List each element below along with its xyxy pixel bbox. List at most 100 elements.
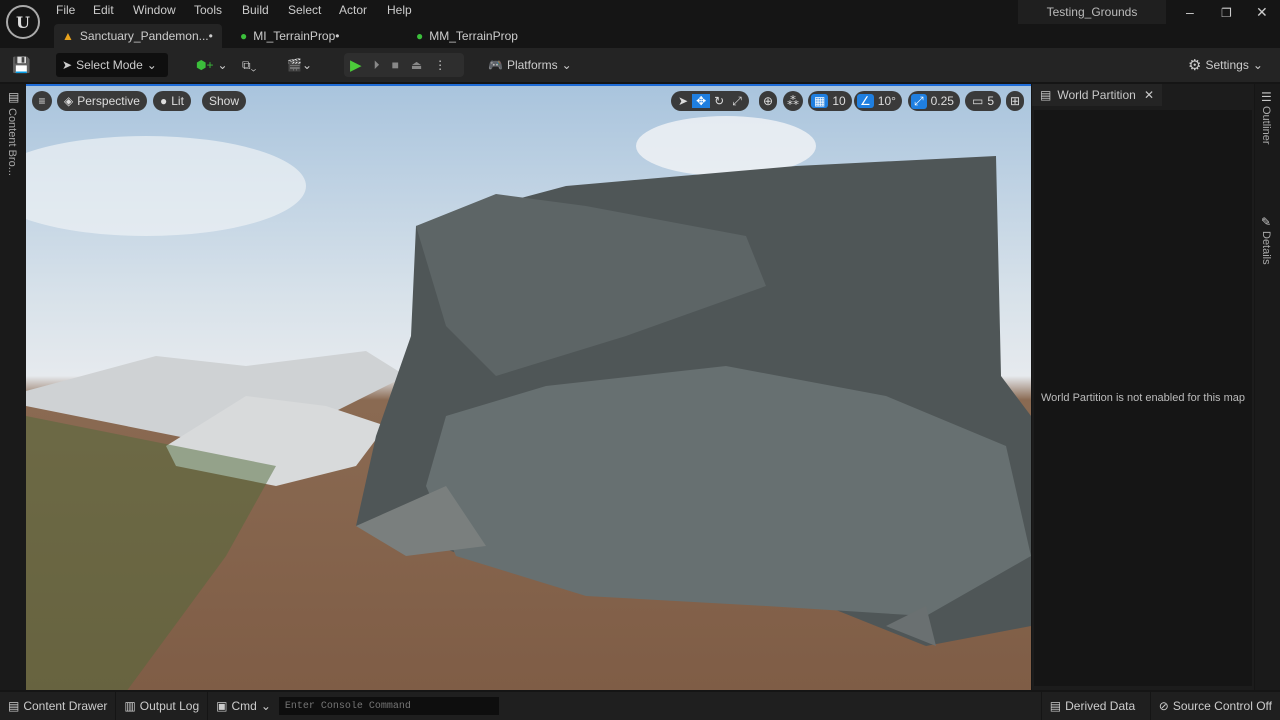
close-icon[interactable]: ✕ (1144, 88, 1154, 102)
world-partition-tab[interactable]: ▤ World Partition ✕ (1032, 84, 1162, 106)
level-viewport[interactable]: ≡ ◈ Perspective ● Lit Show ➤ ✥ ↻ ⤢ ⊕ ⁂ ▦ 10… (26, 84, 1031, 690)
show-label: Show (209, 94, 240, 108)
left-dock-strip: ▤ Content Bro... (0, 84, 26, 690)
play-icon[interactable]: ▶ (350, 56, 362, 74)
tab-material[interactable]: ● MM_TerrainProp (408, 24, 526, 48)
database-icon: ▤ (1049, 699, 1062, 713)
viewport-layout-button[interactable]: ⊞ (1006, 91, 1025, 111)
status-bar: ▤Content Drawer ▥Output Log ▣Cmd⌄ ▤Deriv… (0, 692, 1280, 720)
menu-edit[interactable]: Edit (93, 3, 114, 17)
stop-icon[interactable]: ■ (392, 58, 399, 72)
level-icon: ▲ (62, 29, 74, 43)
globe-icon: ⊕ (763, 94, 774, 108)
menu-select[interactable]: Select (288, 3, 321, 17)
camera-speed-button[interactable]: ▭ 5 (965, 91, 1002, 111)
settings-button[interactable]: ⚙ Settings ⌄ (1188, 53, 1263, 77)
play-controls: ▶ ⏵ ■ ⏏ ⋮ (344, 53, 464, 77)
cmd-label: Cmd (231, 699, 257, 713)
outliner-icon[interactable]: ☰ (1261, 90, 1280, 104)
content-browser-icon[interactable]: ▤ (8, 90, 26, 104)
content-drawer-button[interactable]: ▤ Content Drawer (0, 692, 117, 720)
details-icon[interactable]: ✎ (1261, 215, 1280, 229)
cursor-icon: ➤ (62, 58, 73, 72)
menu-file[interactable]: File (56, 3, 75, 17)
perspective-button[interactable]: ◈ Perspective (57, 91, 147, 111)
perspective-label: Perspective (77, 94, 140, 108)
menu-build[interactable]: Build (242, 3, 269, 17)
eject-icon[interactable]: ⏏ (411, 58, 422, 72)
close-button[interactable]: ✕ (1256, 4, 1268, 21)
material-icon: ● (416, 29, 424, 43)
derived-data-label: Derived Data (1065, 699, 1136, 713)
menu-actor[interactable]: Actor (339, 3, 367, 17)
menu-help[interactable]: Help (387, 3, 412, 17)
viewport-menu-button[interactable]: ≡ (32, 91, 52, 111)
world-local-toggle[interactable]: ⊕ (759, 91, 778, 111)
lit-label: Lit (171, 94, 184, 108)
project-name: Testing_Grounds (1018, 0, 1166, 24)
select-tool-icon[interactable]: ➤ (674, 94, 692, 108)
blueprint-button[interactable]: ⧉⌄ (242, 53, 256, 77)
world-partition-panel: ▤ World Partition ✕ World Partition is not… (1032, 84, 1254, 690)
scale-tool-icon[interactable]: ⤢ (728, 94, 746, 109)
platforms-label: Platforms (506, 58, 558, 72)
angle-icon: ∠ (857, 94, 874, 108)
scale-snap-value: 0.25 (930, 94, 954, 108)
more-icon[interactable]: ⋮ (434, 58, 446, 72)
grid-snap-value: 10 (832, 94, 846, 108)
source-control-button[interactable]: ⊘ Source Control Off (1151, 692, 1280, 720)
content-browser-tab[interactable]: Content Bro... (6, 108, 18, 176)
gear-icon: ⚙ (1188, 57, 1202, 74)
scene-render (26, 116, 1031, 690)
outliner-tab[interactable]: Outliner (1260, 106, 1272, 145)
terminal-icon: ▣ (216, 699, 228, 713)
transform-tools: ➤ ✥ ↻ ⤢ (671, 91, 749, 111)
console-input[interactable] (278, 697, 499, 715)
rotate-tool-icon[interactable]: ↻ (710, 94, 728, 108)
hamburger-icon: ≡ (38, 94, 46, 108)
menu-tools[interactable]: Tools (194, 3, 222, 17)
details-tab[interactable]: Details (1260, 231, 1272, 265)
panel-title: World Partition (1057, 88, 1136, 102)
tab-level[interactable]: ▲ Sanctuary_Pandemon...• (54, 24, 222, 48)
show-button[interactable]: Show (202, 91, 247, 111)
grid-snap-button[interactable]: ▦ 10 (808, 91, 852, 111)
cube-icon: ◈ (64, 94, 74, 108)
platforms-button[interactable]: 🎮 Platforms ⌄ (488, 53, 572, 77)
step-icon[interactable]: ⏵ (374, 58, 380, 73)
select-mode-dropdown[interactable]: ➤ Select Mode ⌄ (56, 53, 168, 77)
gamepad-icon: 🎮 (488, 58, 503, 72)
rotation-snap-value: 10° (877, 94, 896, 108)
add-actor-button[interactable]: ⬢+ ⌄ (196, 53, 228, 77)
tab-label: Sanctuary_Pandemon...• (79, 29, 213, 43)
camera-speed-value: 5 (987, 94, 995, 108)
save-icon[interactable]: 💾 (12, 53, 31, 77)
tab-material-instance[interactable]: ● MI_TerrainProp• (232, 24, 347, 48)
main-toolbar (0, 48, 1280, 82)
menu-window[interactable]: Window (133, 3, 176, 17)
layout-icon: ⊞ (1010, 94, 1021, 108)
material-icon: ● (240, 29, 248, 43)
tab-label: MM_TerrainProp (429, 29, 518, 43)
cinematics-button[interactable]: 🎬⌄ (287, 53, 312, 77)
derived-data-button[interactable]: ▤ Derived Data (1040, 692, 1151, 720)
restore-button[interactable]: ❐ (1221, 6, 1232, 20)
rotation-snap-button[interactable]: ∠ 10° (854, 91, 902, 111)
snap-icon: ⁂ (787, 94, 799, 108)
partition-message: World Partition is not enabled for this … (1040, 392, 1245, 404)
output-log-button[interactable]: ▥ Output Log (116, 692, 209, 720)
lit-button[interactable]: ● Lit (153, 91, 191, 111)
chevron-down-icon: ⌄ (146, 58, 157, 72)
select-mode-label: Select Mode (76, 58, 143, 72)
panel-icon: ▤ (1040, 88, 1052, 102)
content-drawer-label: Content Drawer (23, 699, 108, 713)
output-log-label: Output Log (139, 699, 200, 713)
log-icon: ▥ (124, 699, 136, 713)
minimize-button[interactable]: – (1186, 4, 1194, 20)
cmd-dropdown[interactable]: ▣ Cmd ⌄ (208, 692, 279, 720)
move-tool-icon[interactable]: ✥ (692, 94, 711, 108)
scale-snap-button[interactable]: ⤢ 0.25 (908, 91, 960, 111)
tab-label: MI_TerrainProp• (253, 29, 340, 43)
surface-snap-button[interactable]: ⁂ (783, 91, 803, 111)
unreal-logo-icon[interactable]: U (6, 5, 40, 39)
